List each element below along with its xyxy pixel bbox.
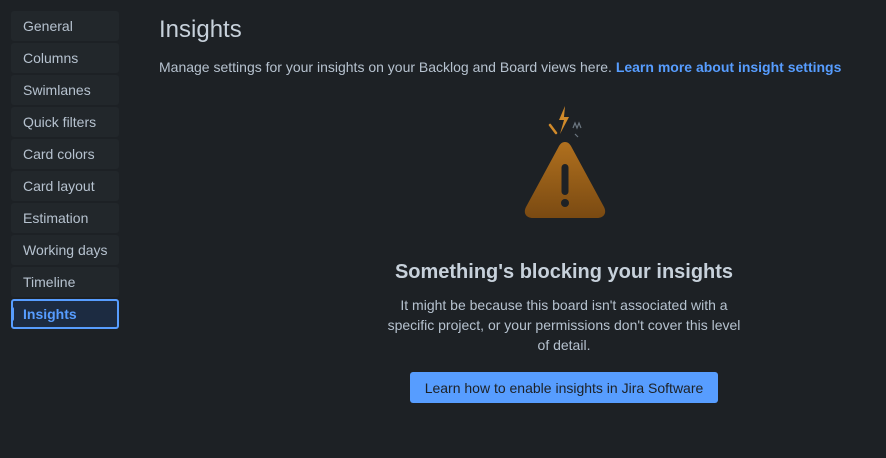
description-text: Manage settings for your insights on you… <box>159 59 612 75</box>
empty-state-title: Something's blocking your insights <box>394 261 734 283</box>
enable-insights-button[interactable]: Learn how to enable insights in Jira Sof… <box>410 372 718 403</box>
sidebar-item-swimlanes[interactable]: Swimlanes <box>11 75 119 105</box>
lightning-bolt-icon <box>559 106 569 134</box>
page-title: Insights <box>159 16 242 43</box>
warning-icon <box>524 106 606 218</box>
empty-state-body: It might be because this board isn't ass… <box>387 297 741 353</box>
sidebar-item-general[interactable]: General <box>11 11 119 41</box>
sidebar-item-card-colors[interactable]: Card colors <box>11 139 119 169</box>
sidebar-item-quick-filters[interactable]: Quick filters <box>11 107 119 137</box>
sidebar-item-insights[interactable]: Insights <box>11 299 119 329</box>
page-description: Manage settings for your insights on you… <box>159 57 886 77</box>
main-content: Insights Manage settings for your insigh… <box>159 14 886 77</box>
sidebar-item-estimation[interactable]: Estimation <box>11 203 119 233</box>
sidebar-item-card-layout[interactable]: Card layout <box>11 171 119 201</box>
sidebar-item-columns[interactable]: Columns <box>11 43 119 73</box>
learn-more-link[interactable]: Learn more about insight settings <box>616 59 842 75</box>
